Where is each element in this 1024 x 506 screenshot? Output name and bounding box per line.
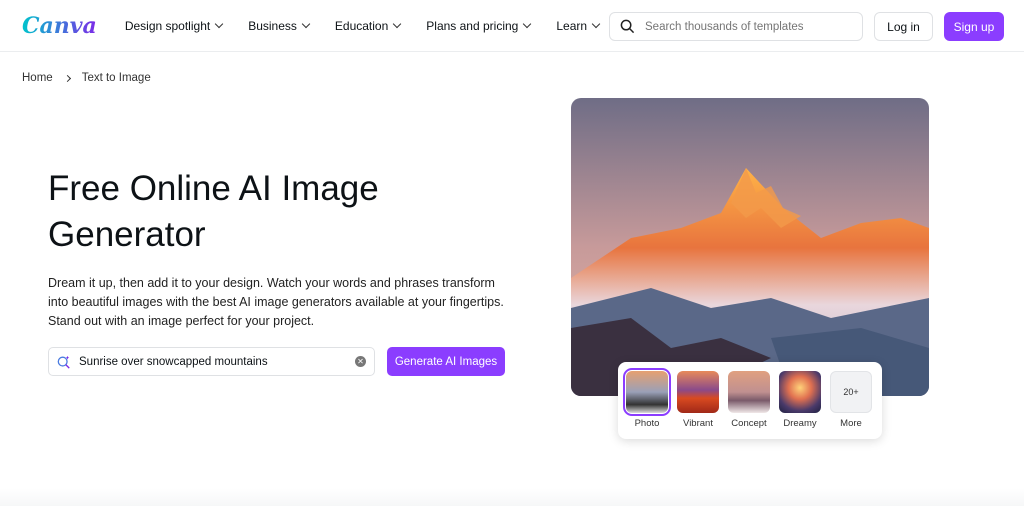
signup-button[interactable]: Sign up (944, 12, 1004, 41)
chevron-down-icon (591, 19, 601, 28)
nav-education[interactable]: Education (334, 18, 402, 33)
style-label: More (840, 418, 862, 429)
style-picker: Photo Vibrant Concept Dreamy 20+ More (618, 362, 882, 439)
more-badge: 20+ (830, 371, 872, 413)
style-concept[interactable]: Concept (728, 371, 770, 439)
nav-label: Design spotlight (124, 18, 211, 33)
generate-button[interactable]: Generate AI Images (387, 347, 505, 376)
login-button[interactable]: Log in (874, 12, 933, 41)
nav-label: Learn (556, 18, 588, 33)
breadcrumb-current: Text to Image (81, 72, 151, 84)
prompt-field[interactable]: ✕ (48, 347, 375, 376)
template-search[interactable] (609, 12, 863, 41)
page-title: Free Online AI Image Generator (48, 169, 379, 254)
search-input[interactable] (645, 20, 845, 33)
canva-logo[interactable]: Canva (22, 13, 97, 39)
magic-search-icon (57, 355, 70, 369)
nav-label: Education (334, 18, 389, 33)
style-label: Photo (634, 418, 660, 429)
chevron-down-icon (523, 19, 532, 28)
chevron-down-icon (393, 19, 402, 28)
nav-label: Plans and pricing (426, 18, 519, 33)
style-thumbnail (728, 371, 770, 413)
style-dreamy[interactable]: Dreamy (779, 371, 821, 439)
style-thumbnail (623, 368, 671, 416)
top-nav: Canva Design spotlight Business Educatio… (0, 0, 1024, 52)
chevron-right-icon (63, 74, 71, 82)
style-more[interactable]: 20+ More (830, 371, 872, 439)
nav-label: Business (248, 18, 297, 33)
prompt-input[interactable] (79, 355, 347, 368)
nav-learn[interactable]: Learn (556, 18, 601, 33)
hero-mountain-image (571, 98, 929, 396)
style-photo[interactable]: Photo (623, 368, 671, 439)
section-divider (0, 488, 1024, 506)
nav-plans-pricing[interactable]: Plans and pricing (426, 18, 532, 33)
style-thumbnail (677, 371, 719, 413)
breadcrumb-home[interactable]: Home (22, 72, 53, 84)
style-label: Concept (731, 418, 767, 429)
style-thumbnail (779, 371, 821, 413)
chevron-down-icon (214, 19, 224, 28)
clear-icon[interactable]: ✕ (355, 356, 366, 367)
style-label: Dreamy (783, 418, 817, 429)
breadcrumb: Home Text to Image (22, 72, 151, 84)
hero-description: Dream it up, then add it to your design.… (48, 276, 504, 328)
nav-business[interactable]: Business (248, 18, 311, 33)
chevron-down-icon (301, 19, 311, 28)
nav-design-spotlight[interactable]: Design spotlight (124, 18, 224, 33)
search-icon (620, 19, 635, 34)
style-vibrant[interactable]: Vibrant (677, 371, 719, 439)
style-label: Vibrant (683, 418, 713, 429)
